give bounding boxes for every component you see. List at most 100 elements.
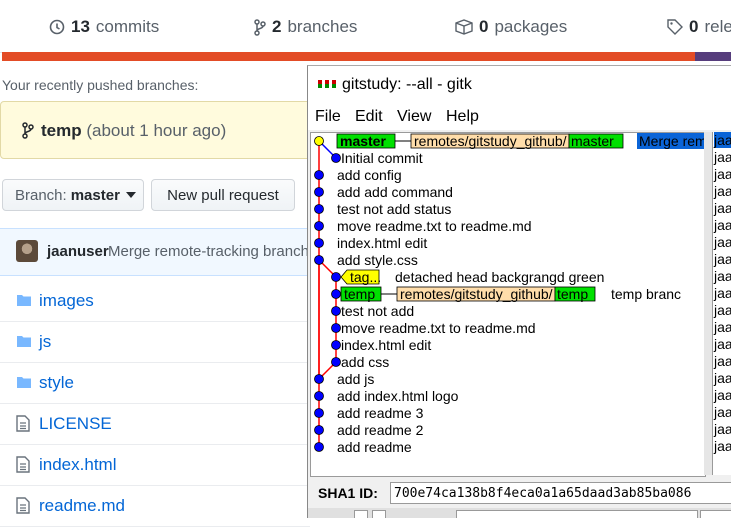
commit-node [331,323,341,333]
commit-graph-pane[interactable]: master remotes/gitstudy_github/master Merg… [310,132,706,477]
author-cell: jaa [714,217,731,233]
language-bar[interactable] [2,52,731,61]
commit-message[interactable]: Merge remote-tracking branch [108,243,309,260]
file-name[interactable]: images [39,291,94,311]
file-name[interactable]: readme.md [39,496,125,516]
releases-count: 0 [689,17,699,36]
file-row[interactable]: js [0,322,310,363]
gitk-window: gitstudy: --all - gitk File Edit View He… [307,65,731,518]
latest-commit-bar: jaanuser Merge remote-tracking branch [0,228,320,276]
author-cell: jaa [714,319,731,335]
author-cell: jaa [714,251,731,267]
commit-message-text: add readme [337,439,412,455]
commit-message-text: add add command [337,184,453,200]
git-branch-icon [254,18,266,36]
packages-stat[interactable]: 0 packages [455,17,567,37]
author-cell: jaa [714,353,731,369]
remote-branch-tail-text: temp [557,286,588,302]
menu-file[interactable]: File [315,108,341,126]
menu-view[interactable]: View [397,108,431,126]
recent-branches-label: Your recently pushed branches: [2,77,199,93]
graph-scrollbar[interactable] [704,132,712,475]
package-icon [455,19,473,35]
file-row[interactable]: LICENSE [0,404,310,445]
commit-message-text: add css [341,354,389,370]
commit-node [314,221,324,231]
file-name[interactable]: js [39,332,51,352]
recent-branch-name[interactable]: temp [41,121,82,140]
releases-stat[interactable]: 0 rele [667,17,731,37]
gitk-app-icon [318,80,336,88]
author-cell: jaa [714,234,731,250]
branch-select-button[interactable]: Branch: master [2,179,144,211]
commits-label: commits [95,17,160,36]
author-cell: jaa [714,268,731,284]
commit-message-text: move readme.txt to readme.md [341,320,536,336]
author-cell: jaa [714,149,731,165]
commit-message-text: add readme 2 [337,422,424,438]
commit-node [331,153,341,163]
commit-node [314,170,324,180]
remote-branch-text: remotes/gitstudy_github/ [400,286,553,302]
commit-message-text: add js [337,371,374,387]
file-row[interactable]: index.html [0,445,310,486]
commit-message-text: test not add [341,303,414,319]
author-cell: jaa [714,387,731,403]
history-icon [49,19,65,35]
commit-message-text: index.html edit [341,337,431,353]
commit-node [331,272,341,282]
file-name[interactable]: LICENSE [39,414,112,434]
commit-message-text: move readme.txt to readme.md [337,218,532,234]
recent-branch-time: (about 1 hour ago) [86,121,227,140]
commit-message-text: add config [337,167,402,183]
commit-message-text: index.html edit [337,235,427,251]
branch-select-label: Branch: [15,186,67,204]
commit-node [331,306,341,316]
gitk-titlebar[interactable]: gitstudy: --all - gitk [308,66,731,102]
gitk-title: gitstudy: --all - gitk [342,76,472,93]
file-row[interactable]: images [0,281,310,322]
author-cell: jaa [714,132,731,148]
commit-message-text: detached head backgrangd green [395,269,604,285]
menu-edit[interactable]: Edit [355,108,383,126]
new-pull-request-button[interactable]: New pull request [151,179,295,211]
file-name[interactable]: index.html [39,455,116,475]
author-cell: jaa [714,438,731,454]
branch-label-text: temp [344,286,375,302]
repo-stats-bar: 13 commits 2 branches 0 packages 0 rele [0,0,731,53]
commit-message-text: add readme 3 [337,405,424,421]
file-row[interactable]: style [0,363,310,404]
author-cell: jaa [714,183,731,199]
commit-message-text: add index.html logo [337,388,459,404]
branches-stat[interactable]: 2 branches [254,17,357,37]
menu-help[interactable]: Help [446,108,479,126]
commit-graph[interactable]: master remotes/gitstudy_github/master Merg… [311,133,705,476]
folder-icon [17,336,31,347]
recent-branch-banner: temp (about 1 hour ago) [0,101,322,159]
commit-author[interactable]: jaanuser [47,243,109,260]
caret-down-icon [125,192,136,198]
file-name[interactable]: style [39,373,74,393]
file-row[interactable]: readme.md [0,486,310,527]
releases-label: rele [704,17,731,36]
branches-label: branches [287,17,358,36]
author-cell: jaa [714,285,731,301]
commit-node [314,391,324,401]
commit-node [331,340,341,350]
sha-input[interactable]: 700e74ca138b8f4eca0a1a65daad3ab85ba086 [390,482,731,504]
file-icon [16,456,30,473]
commit-message-text: Merge rem [639,133,705,149]
author-pane[interactable]: jaa jaa jaa jaa jaa jaa jaa jaa jaa jaa jaa jaa jaa j… [712,132,731,475]
commit-node [314,136,324,146]
packages-label: packages [494,17,568,36]
branch-select-value: master [70,186,120,204]
author-cell: jaa [714,302,731,318]
commit-node [331,357,341,367]
commits-stat[interactable]: 13 commits [49,17,159,37]
commit-message-text: temp branc [611,286,681,302]
commit-node [314,255,324,265]
commit-node [314,187,324,197]
remote-branch-tail-text: master [571,133,614,149]
author-cell: jaa [714,404,731,420]
avatar[interactable] [16,240,38,262]
